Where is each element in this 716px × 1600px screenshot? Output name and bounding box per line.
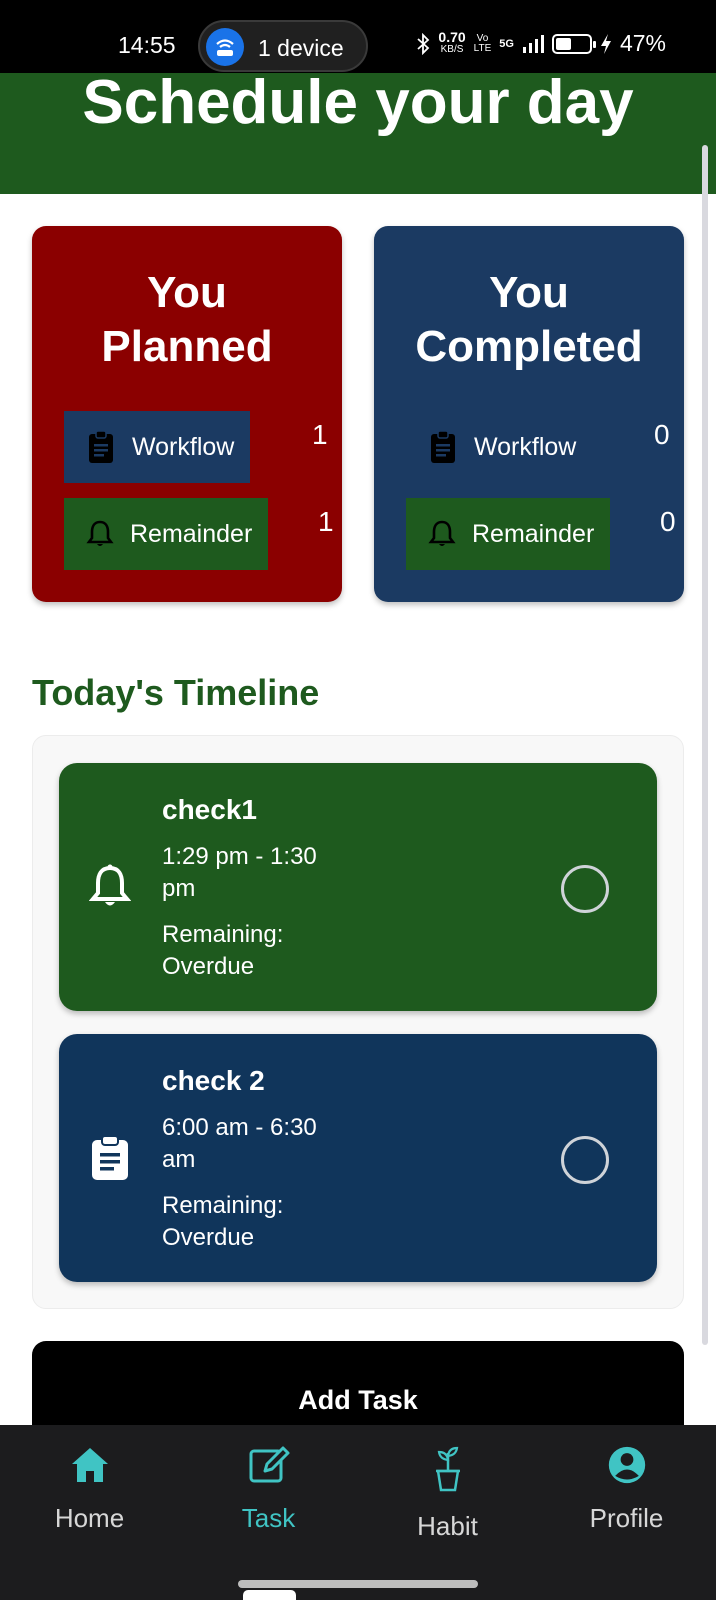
nav-item-habit[interactable]: Habit <box>358 1445 537 1542</box>
volte-bottom: LTE <box>473 42 492 54</box>
task-name: check 2 <box>162 1065 265 1096</box>
bell-icon <box>86 520 114 546</box>
bell-icon <box>88 863 132 916</box>
task-details: check 2 6:00 am - 6:30 am Remaining: Ove… <box>162 1064 382 1254</box>
timeline-task[interactable]: check1 1:29 pm - 1:30 pm Remaining: Over… <box>59 763 657 1011</box>
completed-workflow-row: Workflow 0 <box>406 411 676 483</box>
timeline-title: Today's Timeline <box>32 672 320 713</box>
task-remain-line1: Remaining: <box>162 1192 284 1219</box>
planned-reminder-chip[interactable]: Remainder <box>64 498 269 570</box>
planned-summary-card: You Planned Workflow 1 Remainder 1 <box>32 226 342 602</box>
network-type: 5G <box>499 37 514 50</box>
task-name: check1 <box>162 794 257 825</box>
plant-icon <box>435 1446 460 1492</box>
nav-label-home: Home <box>54 1503 125 1533</box>
net-speed: 0.70 KB/S <box>438 29 466 55</box>
profile-icon <box>608 1446 645 1484</box>
completed-workflow-label: Workflow <box>474 432 577 461</box>
net-speed-value: 0.70 <box>438 29 466 45</box>
completed-reminder-chip[interactable]: Remainder <box>406 498 611 570</box>
task-complete-radio[interactable] <box>561 865 609 913</box>
planned-card-title: You Planned <box>32 266 342 374</box>
task-time-line1: 6:00 am - 6:30 <box>162 1114 317 1141</box>
task-time: 6:00 am - 6:30 am <box>162 1112 382 1176</box>
task-time-line2: pm <box>162 875 196 902</box>
planned-workflow-label: Workflow <box>132 432 235 461</box>
battery-percent: 47% <box>619 30 666 56</box>
edit-icon <box>249 1446 289 1483</box>
task-complete-radio[interactable] <box>561 1136 609 1184</box>
timeline-task[interactable]: check 2 6:00 am - 6:30 am Remaining: Ove… <box>59 1034 657 1282</box>
status-bar: 14:55 1 device 0.70 KB/S Vo LTE 5G 47% <box>0 0 716 73</box>
hotspot-label: 1 device <box>258 35 344 61</box>
nav-item-task[interactable]: Task <box>179 1445 358 1534</box>
task-remaining: Remaining: Overdue <box>162 919 382 983</box>
nav-item-home[interactable]: Home <box>0 1445 179 1534</box>
bell-icon <box>428 520 456 546</box>
completed-summary-card: You Completed Workflow 0 Remainder 0 <box>374 226 684 602</box>
completed-workflow-count: 0 <box>654 419 670 450</box>
planned-workflow-row: Workflow 1 <box>64 411 334 483</box>
completed-title-line1: You <box>489 268 569 317</box>
gesture-home-bar[interactable] <box>238 1580 478 1588</box>
nav-label-profile: Profile <box>589 1503 664 1533</box>
planned-workflow-count: 1 <box>312 419 328 450</box>
task-time: 1:29 pm - 1:30 pm <box>162 841 382 905</box>
planned-title-line2: Planned <box>101 322 273 371</box>
completed-reminder-count: 0 <box>660 506 676 537</box>
page-title: Schedule your day <box>82 68 634 137</box>
planned-title-line1: You <box>147 268 227 317</box>
planned-reminder-count: 1 <box>318 506 334 537</box>
planned-workflow-chip[interactable]: Workflow <box>64 411 251 483</box>
net-speed-unit: KB/S <box>440 44 464 55</box>
task-details: check1 1:29 pm - 1:30 pm Remaining: Over… <box>162 793 382 983</box>
task-remain-line2: Overdue <box>162 953 255 980</box>
app-header: Schedule your day <box>0 68 716 194</box>
clipboard-icon <box>431 430 455 463</box>
completed-workflow-chip[interactable]: Workflow <box>406 411 592 483</box>
clipboard-icon <box>89 1134 131 1187</box>
clipboard-icon <box>89 430 113 463</box>
timeline-list: check1 1:29 pm - 1:30 pm Remaining: Over… <box>32 735 684 1309</box>
nav-item-profile[interactable]: Profile <box>537 1445 716 1534</box>
bluetooth-icon <box>417 32 430 55</box>
completed-reminder-label: Remainder <box>472 519 595 548</box>
task-remain-line2: Overdue <box>162 1224 255 1251</box>
completed-card-title: You Completed <box>374 266 684 374</box>
battery-icon <box>551 33 596 54</box>
task-time-line1: 1:29 pm - 1:30 <box>162 843 317 870</box>
nav-label-habit: Habit <box>417 1511 478 1541</box>
hotspot-pill[interactable]: 1 device <box>198 20 368 72</box>
status-indicators: 0.70 KB/S Vo LTE 5G 47% <box>416 30 666 57</box>
volte-indicator: Vo LTE <box>473 33 492 54</box>
task-time-line2: am <box>162 1146 196 1173</box>
task-remain-line1: Remaining: <box>162 921 284 948</box>
completed-reminder-row: Remainder 0 <box>406 498 676 570</box>
battery-fill <box>555 37 571 50</box>
active-tab-indicator <box>243 1590 296 1600</box>
nav-label-task: Task <box>241 1503 296 1533</box>
status-time: 14:55 <box>118 32 176 58</box>
planned-reminder-row: Remainder 1 <box>64 498 334 570</box>
signal-icon <box>522 34 544 53</box>
hotspot-icon <box>206 28 244 66</box>
charging-icon <box>600 33 611 54</box>
task-remaining: Remaining: Overdue <box>162 1190 382 1254</box>
home-icon <box>71 1448 108 1482</box>
app-screen: 14:55 1 device 0.70 KB/S Vo LTE 5G 47% S… <box>0 0 716 1600</box>
completed-title-line2: Completed <box>415 322 643 371</box>
bottom-nav: Home Task Habit Profile <box>0 1425 716 1600</box>
scrollbar[interactable] <box>702 145 708 1345</box>
planned-reminder-label: Remainder <box>130 519 253 548</box>
